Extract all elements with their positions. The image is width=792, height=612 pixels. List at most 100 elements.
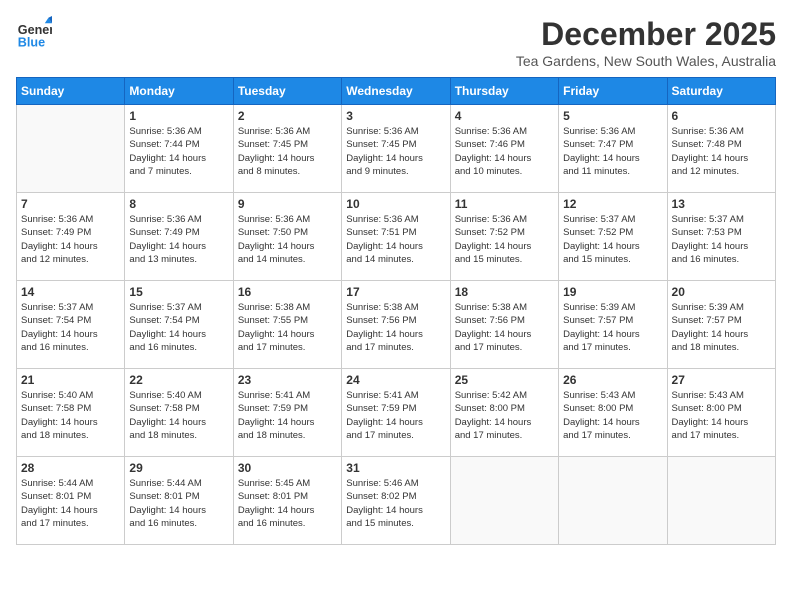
day-number: 1 (129, 109, 228, 123)
calendar-cell: 23 Sunrise: 5:41 AMSunset: 7:59 PMDayligh… (233, 369, 341, 457)
calendar-table: SundayMondayTuesdayWednesdayThursdayFrid… (16, 77, 776, 545)
day-number: 27 (672, 373, 771, 387)
day-number: 13 (672, 197, 771, 211)
calendar-cell: 3 Sunrise: 5:36 AMSunset: 7:45 PMDaylight… (342, 105, 450, 193)
calendar-cell: 14 Sunrise: 5:37 AMSunset: 7:54 PMDayligh… (17, 281, 125, 369)
calendar-week-2: 7 Sunrise: 5:36 AMSunset: 7:49 PMDaylight… (17, 193, 776, 281)
calendar-cell: 31 Sunrise: 5:46 AMSunset: 8:02 PMDayligh… (342, 457, 450, 545)
calendar-cell: 16Sunrise: 5:38 AMSunset: 7:55 PMDayligh… (233, 281, 341, 369)
day-header-saturday: Saturday (667, 78, 775, 105)
day-info: Sunrise: 5:41 AMSunset: 7:59 PMDaylight:… (346, 389, 445, 442)
calendar-cell: 15Sunrise: 5:37 AMSunset: 7:54 PMDayligh… (125, 281, 233, 369)
day-info: Sunrise: 5:43 AMSunset: 8:00 PMDaylight:… (672, 389, 771, 442)
calendar-week-4: 21 Sunrise: 5:40 AMSunset: 7:58 PMDayligh… (17, 369, 776, 457)
calendar-cell: 18 Sunrise: 5:38 AMSunset: 7:56 PMDayligh… (450, 281, 558, 369)
calendar-cell: 27 Sunrise: 5:43 AMSunset: 8:00 PMDayligh… (667, 369, 775, 457)
day-info: Sunrise: 5:44 AMSunset: 8:01 PMDaylight:… (129, 477, 228, 530)
location-subtitle: Tea Gardens, New South Wales, Australia (516, 53, 776, 69)
day-info: Sunrise: 5:36 AMSunset: 7:49 PMDaylight:… (21, 213, 120, 266)
day-info: Sunrise: 5:40 AMSunset: 7:58 PMDaylight:… (129, 389, 228, 442)
day-number: 10 (346, 197, 445, 211)
day-number: 25 (455, 373, 554, 387)
calendar-cell: 22 Sunrise: 5:40 AMSunset: 7:58 PMDayligh… (125, 369, 233, 457)
day-info: Sunrise: 5:38 AMSunset: 7:56 PMDaylight:… (455, 301, 554, 354)
day-header-tuesday: Tuesday (233, 78, 341, 105)
title-block: December 2025 Tea Gardens, New South Wal… (516, 16, 776, 69)
day-number: 29 (129, 461, 228, 475)
day-header-friday: Friday (559, 78, 667, 105)
day-number: 20 (672, 285, 771, 299)
calendar-cell: 26 Sunrise: 5:43 AMSunset: 8:00 PMDayligh… (559, 369, 667, 457)
day-info: Sunrise: 5:36 AMSunset: 7:52 PMDaylight:… (455, 213, 554, 266)
day-number: 12 (563, 197, 662, 211)
page-header: General Blue December 2025 Tea Gardens, … (16, 16, 776, 69)
calendar-week-3: 14 Sunrise: 5:37 AMSunset: 7:54 PMDayligh… (17, 281, 776, 369)
day-number: 7 (21, 197, 120, 211)
day-number: 3 (346, 109, 445, 123)
day-number: 22 (129, 373, 228, 387)
day-info: Sunrise: 5:41 AMSunset: 7:59 PMDaylight:… (238, 389, 337, 442)
day-info: Sunrise: 5:36 AMSunset: 7:46 PMDaylight:… (455, 125, 554, 178)
calendar-cell: 28 Sunrise: 5:44 AMSunset: 8:01 PMDayligh… (17, 457, 125, 545)
calendar-cell: 8Sunrise: 5:36 AMSunset: 7:49 PMDaylight… (125, 193, 233, 281)
day-number: 31 (346, 461, 445, 475)
day-number: 11 (455, 197, 554, 211)
day-info: Sunrise: 5:36 AMSunset: 7:47 PMDaylight:… (563, 125, 662, 178)
day-number: 26 (563, 373, 662, 387)
calendar-cell: 9Sunrise: 5:36 AMSunset: 7:50 PMDaylight… (233, 193, 341, 281)
calendar-cell: 6Sunrise: 5:36 AMSunset: 7:48 PMDaylight… (667, 105, 775, 193)
day-info: Sunrise: 5:36 AMSunset: 7:51 PMDaylight:… (346, 213, 445, 266)
calendar-cell: 17Sunrise: 5:38 AMSunset: 7:56 PMDayligh… (342, 281, 450, 369)
calendar-cell: 2 Sunrise: 5:36 AMSunset: 7:45 PMDaylight… (233, 105, 341, 193)
calendar-cell: 20 Sunrise: 5:39 AMSunset: 7:57 PMDayligh… (667, 281, 775, 369)
day-number: 9 (238, 197, 337, 211)
calendar-header: SundayMondayTuesdayWednesdayThursdayFrid… (17, 78, 776, 105)
svg-text:Blue: Blue (18, 36, 45, 50)
day-number: 16 (238, 285, 337, 299)
day-number: 23 (238, 373, 337, 387)
day-number: 21 (21, 373, 120, 387)
day-info: Sunrise: 5:36 AMSunset: 7:49 PMDaylight:… (129, 213, 228, 266)
day-header-thursday: Thursday (450, 78, 558, 105)
calendar-cell: 25 Sunrise: 5:42 AMSunset: 8:00 PMDayligh… (450, 369, 558, 457)
month-title: December 2025 (516, 16, 776, 53)
day-info: Sunrise: 5:37 AMSunset: 7:54 PMDaylight:… (129, 301, 228, 354)
calendar-cell: 30Sunrise: 5:45 AMSunset: 8:01 PMDayligh… (233, 457, 341, 545)
day-info: Sunrise: 5:42 AMSunset: 8:00 PMDaylight:… (455, 389, 554, 442)
calendar-cell: 24 Sunrise: 5:41 AMSunset: 7:59 PMDayligh… (342, 369, 450, 457)
day-number: 28 (21, 461, 120, 475)
day-info: Sunrise: 5:36 AMSunset: 7:44 PMDaylight:… (129, 125, 228, 178)
calendar-cell (450, 457, 558, 545)
calendar-week-5: 28 Sunrise: 5:44 AMSunset: 8:01 PMDayligh… (17, 457, 776, 545)
calendar-cell (17, 105, 125, 193)
day-number: 18 (455, 285, 554, 299)
day-info: Sunrise: 5:36 AMSunset: 7:45 PMDaylight:… (238, 125, 337, 178)
day-info: Sunrise: 5:43 AMSunset: 8:00 PMDaylight:… (563, 389, 662, 442)
day-info: Sunrise: 5:36 AMSunset: 7:45 PMDaylight:… (346, 125, 445, 178)
day-info: Sunrise: 5:46 AMSunset: 8:02 PMDaylight:… (346, 477, 445, 530)
day-info: Sunrise: 5:39 AMSunset: 7:57 PMDaylight:… (563, 301, 662, 354)
calendar-cell: 7 Sunrise: 5:36 AMSunset: 7:49 PMDaylight… (17, 193, 125, 281)
logo: General Blue (16, 16, 52, 52)
day-info: Sunrise: 5:37 AMSunset: 7:52 PMDaylight:… (563, 213, 662, 266)
day-info: Sunrise: 5:44 AMSunset: 8:01 PMDaylight:… (21, 477, 120, 530)
day-header-sunday: Sunday (17, 78, 125, 105)
day-header-wednesday: Wednesday (342, 78, 450, 105)
day-number: 4 (455, 109, 554, 123)
calendar-cell: 19 Sunrise: 5:39 AMSunset: 7:57 PMDayligh… (559, 281, 667, 369)
day-info: Sunrise: 5:40 AMSunset: 7:58 PMDaylight:… (21, 389, 120, 442)
day-number: 2 (238, 109, 337, 123)
day-number: 24 (346, 373, 445, 387)
calendar-cell: 1 Sunrise: 5:36 AMSunset: 7:44 PMDaylight… (125, 105, 233, 193)
calendar-cell: 10 Sunrise: 5:36 AMSunset: 7:51 PMDayligh… (342, 193, 450, 281)
calendar-cell: 29 Sunrise: 5:44 AMSunset: 8:01 PMDayligh… (125, 457, 233, 545)
calendar-week-1: 1 Sunrise: 5:36 AMSunset: 7:44 PMDaylight… (17, 105, 776, 193)
day-number: 19 (563, 285, 662, 299)
day-info: Sunrise: 5:39 AMSunset: 7:57 PMDaylight:… (672, 301, 771, 354)
calendar-cell: 11 Sunrise: 5:36 AMSunset: 7:52 PMDayligh… (450, 193, 558, 281)
day-info: Sunrise: 5:38 AMSunset: 7:56 PMDaylight:… (346, 301, 445, 354)
day-info: Sunrise: 5:37 AMSunset: 7:54 PMDaylight:… (21, 301, 120, 354)
day-number: 30 (238, 461, 337, 475)
day-number: 14 (21, 285, 120, 299)
calendar-cell: 4 Sunrise: 5:36 AMSunset: 7:46 PMDaylight… (450, 105, 558, 193)
